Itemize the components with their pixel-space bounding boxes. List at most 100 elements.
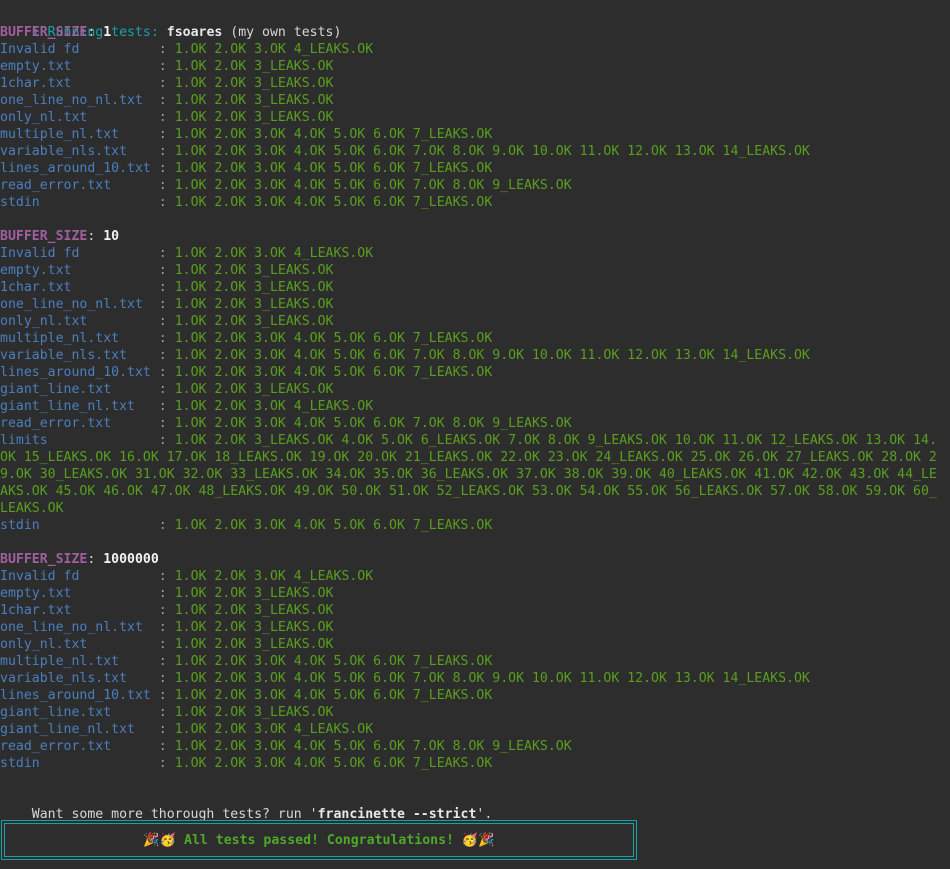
test-row-separator: : bbox=[158, 42, 175, 57]
test-result-row: giant_line.txt : 1.OK 2.OK 3_LEAKS.OK bbox=[0, 704, 950, 721]
test-result-values: 1.OK 2.OK 3.OK 4_LEAKS.OK bbox=[174, 399, 374, 414]
test-name: one_line_no_nl.txt bbox=[0, 93, 159, 108]
test-name: one_line_no_nl.txt bbox=[0, 297, 159, 312]
test-result-row: stdin : 1.OK 2.OK 3.OK 4.OK 5.OK 6.OK 7_… bbox=[0, 517, 950, 534]
test-result-row: multiple_nl.txt : 1.OK 2.OK 3.OK 4.OK 5.… bbox=[0, 330, 950, 347]
test-result-row: variable_nls.txt : 1.OK 2.OK 3.OK 4.OK 5… bbox=[0, 347, 950, 364]
test-row-separator: : bbox=[158, 76, 175, 91]
test-result-values: 1.OK 2.OK 3.OK 4.OK 5.OK 6.OK 7_LEAKS.OK bbox=[174, 161, 493, 176]
strict-command: francinette --strict bbox=[317, 807, 477, 822]
test-result-values: 1.OK 2.OK 3_LEAKS.OK bbox=[174, 263, 334, 278]
test-result-values: 1.OK 2.OK 3_LEAKS.OK bbox=[174, 620, 334, 635]
test-name: Invalid fd bbox=[0, 42, 159, 57]
test-result-row: 1char.txt : 1.OK 2.OK 3_LEAKS.OK bbox=[0, 602, 950, 619]
test-row-separator: : bbox=[158, 722, 175, 737]
test-result-values: 1.OK 2.OK 3.OK 4.OK 5.OK 6.OK 7_LEAKS.OK bbox=[174, 127, 493, 142]
test-name: empty.txt bbox=[0, 59, 159, 74]
test-row-separator: : bbox=[158, 416, 175, 431]
test-row-separator: : bbox=[158, 144, 175, 159]
test-result-values: 1.OK 2.OK 3.OK 4.OK 5.OK 6.OK 7_LEAKS.OK bbox=[174, 518, 493, 533]
test-result-values: 1.OK 2.OK 3.OK 4_LEAKS.OK bbox=[174, 246, 374, 261]
test-row-separator: : bbox=[158, 399, 175, 414]
test-result-values: 1.OK 2.OK 3_LEAKS.OK bbox=[174, 93, 334, 108]
test-name: Invalid fd bbox=[0, 569, 159, 584]
test-name: read_error.txt bbox=[0, 416, 159, 431]
test-name: Invalid fd bbox=[0, 246, 159, 261]
test-result-row: Invalid fd : 1.OK 2.OK 3.OK 4_LEAKS.OK bbox=[0, 41, 950, 58]
test-result-row: empty.txt : 1.OK 2.OK 3_LEAKS.OK bbox=[0, 58, 950, 75]
buffer-size-colon: : bbox=[87, 25, 104, 40]
test-row-separator: : bbox=[158, 297, 175, 312]
buffer-size-label: BUFFER_SIZE bbox=[0, 552, 88, 567]
tester-name: fsoares bbox=[166, 25, 223, 40]
buffer-size-colon: : bbox=[87, 229, 104, 244]
test-row-separator: : bbox=[158, 620, 175, 635]
test-row-separator: : bbox=[158, 705, 175, 720]
running-tests-header: i Running tests: fsoares (my own tests) bbox=[0, 7, 950, 40]
test-name: 1char.txt bbox=[0, 603, 159, 618]
test-name: empty.txt bbox=[0, 586, 159, 601]
test-name: stdin bbox=[0, 756, 159, 771]
test-result-values: 1.OK 2.OK 3_LEAKS.OK bbox=[174, 110, 334, 125]
test-result-values: 1.OK 2.OK 3_LEAKS.OK bbox=[174, 705, 334, 720]
success-message: All tests passed! Congratulations! bbox=[184, 832, 454, 848]
test-name: multiple_nl.txt bbox=[0, 127, 159, 142]
test-result-values: 1.OK 2.OK 3.OK 4.OK 5.OK 6.OK 7_LEAKS.OK bbox=[174, 195, 493, 210]
test-result-row: empty.txt : 1.OK 2.OK 3_LEAKS.OK bbox=[0, 585, 950, 602]
test-row-separator: : bbox=[158, 348, 175, 363]
test-row-separator: : bbox=[158, 127, 175, 142]
test-name: giant_line.txt bbox=[0, 705, 159, 720]
test-row-separator: : bbox=[158, 161, 175, 176]
test-result-values: 1.OK 2.OK 3.OK 4.OK 5.OK 6.OK 7_LEAKS.OK bbox=[174, 365, 493, 380]
test-row-separator: : bbox=[158, 603, 175, 618]
test-row-separator: : bbox=[158, 314, 175, 329]
test-name: lines_around_10.txt bbox=[0, 365, 159, 380]
party-popper-icon-left: 🎉🥳 bbox=[143, 832, 177, 848]
test-result-values: 1.OK 2.OK 3_LEAKS.OK bbox=[174, 586, 334, 601]
test-name: read_error.txt bbox=[0, 178, 159, 193]
test-row-separator: : bbox=[158, 246, 175, 261]
test-row-separator: : bbox=[158, 110, 175, 125]
test-result-wrapped-line: LEAKS.OK bbox=[0, 501, 64, 516]
test-result-values: 1.OK 2.OK 3.OK 4_LEAKS.OK bbox=[174, 569, 374, 584]
test-result-values: 1.OK 2.OK 3_LEAKS.OK bbox=[174, 382, 334, 397]
test-result-row: lines_around_10.txt : 1.OK 2.OK 3.OK 4.O… bbox=[0, 364, 950, 381]
test-name: giant_line.txt bbox=[0, 382, 159, 397]
test-result-row: limits : 1.OK 2.OK 3_LEAKS.OK 4.OK 5.OK … bbox=[0, 432, 950, 449]
success-message-spacer-right bbox=[454, 833, 462, 848]
test-name: only_nl.txt bbox=[0, 110, 159, 125]
test-name: variable_nls.txt bbox=[0, 144, 159, 159]
strict-hint-prefix: Want some more thorough tests? run ' bbox=[31, 807, 318, 822]
test-row-separator: : bbox=[158, 93, 175, 108]
test-row-separator: : bbox=[158, 756, 175, 771]
test-result-wrapped-line: OK 15_LEAKS.OK 16.OK 17.OK 18_LEAKS.OK 1… bbox=[0, 450, 937, 465]
test-result-values: 1.OK 2.OK 3_LEAKS.OK bbox=[174, 76, 334, 91]
buffer-size-value: 1000000 bbox=[103, 552, 159, 567]
test-result-values: 1.OK 2.OK 3.OK 4_LEAKS.OK bbox=[174, 722, 374, 737]
test-result-row: only_nl.txt : 1.OK 2.OK 3_LEAKS.OK bbox=[0, 636, 950, 653]
test-row-separator: : bbox=[158, 331, 175, 346]
test-sections: BUFFER_SIZE: 1 Invalid fd : 1.OK 2.OK 3.O… bbox=[0, 24, 950, 772]
test-name: stdin bbox=[0, 518, 159, 533]
test-result-wrapped-line: 9.OK 30_LEAKS.OK 31.OK 32.OK 33_LEAKS.OK… bbox=[0, 467, 937, 482]
test-result-values: 1.OK 2.OK 3_LEAKS.OK bbox=[174, 314, 334, 329]
test-name: limits bbox=[0, 433, 159, 448]
test-result-row: multiple_nl.txt : 1.OK 2.OK 3.OK 4.OK 5.… bbox=[0, 126, 950, 143]
test-result-values: 1.OK 2.OK 3_LEAKS.OK 4.OK 5.OK 6_LEAKS.O… bbox=[174, 433, 937, 448]
test-result-values: 1.OK 2.OK 3.OK 4_LEAKS.OK bbox=[174, 42, 374, 57]
strict-hint-line: Want some more thorough tests? run 'fran… bbox=[0, 789, 950, 822]
test-name: read_error.txt bbox=[0, 739, 159, 754]
test-row-separator: : bbox=[158, 586, 175, 601]
test-name: 1char.txt bbox=[0, 280, 159, 295]
test-row-separator: : bbox=[158, 195, 175, 210]
success-box: 🎉🥳 All tests passed! Congratulations! 🥳🎉 bbox=[1, 820, 637, 860]
test-result-values: 1.OK 2.OK 3.OK 4.OK 5.OK 6.OK 7.OK 8.OK … bbox=[174, 739, 572, 754]
test-result-row: variable_nls.txt : 1.OK 2.OK 3.OK 4.OK 5… bbox=[0, 143, 950, 160]
test-result-values: 1.OK 2.OK 3.OK 4.OK 5.OK 6.OK 7_LEAKS.OK bbox=[174, 331, 493, 346]
buffer-size-label: BUFFER_SIZE bbox=[0, 25, 88, 40]
test-result-row: lines_around_10.txt : 1.OK 2.OK 3.OK 4.O… bbox=[0, 687, 950, 704]
buffer-size-value: 1 bbox=[103, 25, 112, 40]
test-row-separator: : bbox=[158, 263, 175, 278]
test-row-separator: : bbox=[158, 518, 175, 533]
test-result-row: giant_line_nl.txt : 1.OK 2.OK 3.OK 4_LEA… bbox=[0, 398, 950, 415]
